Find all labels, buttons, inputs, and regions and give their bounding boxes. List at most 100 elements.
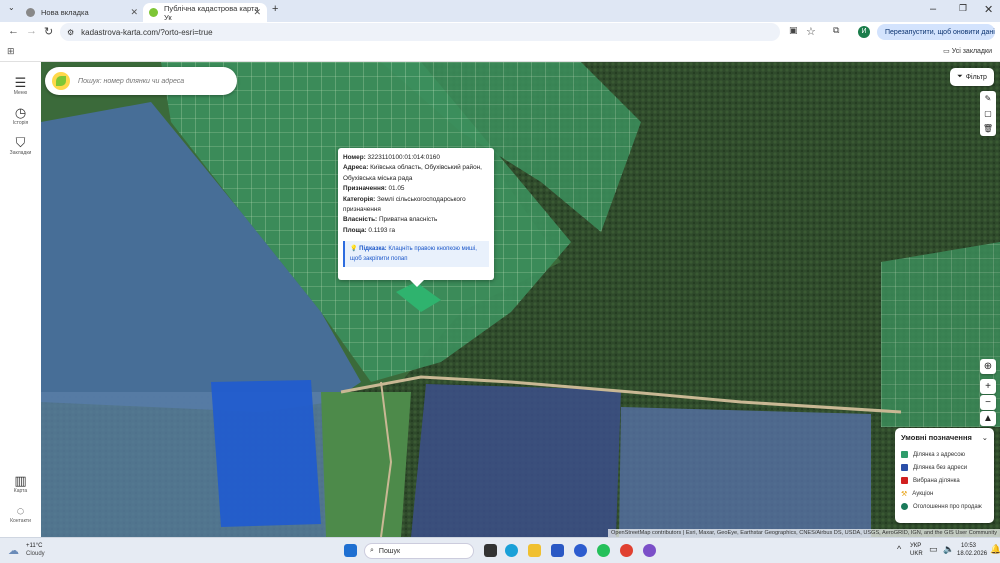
sidebar-label: Меню [13,90,28,96]
clock-icon: ◷ [14,105,27,120]
whatsapp-icon[interactable] [597,544,610,557]
viber-icon[interactable] [643,544,656,557]
restart-to-update-button[interactable]: Перезапустити, щоб оновити дані [877,24,995,40]
draw-tools: ✎ ▢ 🗑 [980,91,996,136]
bookmark-icon: ⛉ [15,135,26,150]
address-bar[interactable]: ⚙ kadastrova-karta.com/?orto-esri=true [60,23,780,41]
tray-chevron-icon[interactable]: ^ [897,544,901,554]
popup-ownership-row: Власність: Приватна власність [343,215,489,225]
site-info-icon[interactable]: ⚙ [67,28,74,37]
restart-label: Перезапустити, щоб оновити дані [885,28,995,36]
map-canvas[interactable]: ⏷Фільтр ✎ ▢ 🗑 ⊕ + − ▲ Номер: 3223110100:… [41,62,1000,537]
draw-line-icon[interactable]: ✎ [980,91,996,106]
network-icon[interactable]: ▭ [929,544,938,555]
chevron-down-icon[interactable]: ⌄ [982,433,988,442]
zoom-app-icon[interactable] [574,544,587,557]
chrome-icon[interactable] [620,544,633,557]
taskbar-search[interactable]: ⌕ Пошук [364,543,474,559]
reload-icon[interactable]: ↻ [44,25,53,38]
legend-item: ⚒ Аукціон [901,487,988,500]
all-bookmarks-label: Усі закладки [951,48,992,55]
map-search-input[interactable] [78,77,228,85]
windows-start-icon[interactable] [344,544,357,557]
notifications-icon[interactable]: 🔔 [990,544,1000,555]
legend-item: Вибрана ділянка [901,474,988,487]
zoom-out-button[interactable]: − [980,395,996,410]
satellite-map-layer [41,62,1000,537]
map-icon: ▥ [14,473,27,488]
weather-cloud-icon: ☁ [8,545,19,557]
close-window-icon[interactable]: ✕ [984,3,993,16]
delete-icon[interactable]: 🗑 [980,121,996,136]
sidebar-item-menu[interactable]: ☰ Меню [0,75,41,97]
close-tab-icon[interactable]: ✕ [253,7,261,18]
app-sidebar: ☰ Меню ◷ Історія ⛉ Закладки ▥ Карта ◌ Контакт… [0,62,41,537]
sidebar-item-map[interactable]: ▥ Карта [0,473,41,495]
legend-title: Умовні позначення ⌄ [901,433,988,442]
tab-search-icon[interactable]: ⌄ [8,3,15,12]
funnel-icon: ⏷ [957,73,963,80]
star-icon[interactable]: ☆ [806,25,816,38]
sidebar-label: Історія [12,120,29,126]
apps-grid-icon[interactable]: ⊞ [7,46,15,57]
sidebar-item-bookmarks[interactable]: ⛉ Закладки [0,135,41,157]
taskbar-search-label: Пошук [378,547,401,555]
reset-north-button[interactable]: ▲ [980,411,996,426]
popup-number-row: Номер: 3223110100:01:014:0160 [343,153,489,163]
legend-label: Аукціон [912,490,934,497]
hamburger-menu-icon: ☰ [14,75,27,90]
popup-hint: 💡 Підказка: Клацніть правою кнопкою миші… [343,241,489,268]
weather-desc: Cloudy [26,551,45,557]
new-tab-plus-icon[interactable]: + [272,3,278,15]
draw-polygon-icon[interactable]: ▢ [980,106,996,121]
map-search-box[interactable] [45,67,237,95]
minus-icon: − [985,397,991,408]
store-icon[interactable] [551,544,564,557]
tab-new-tab[interactable]: Нова вкладка ✕ [20,3,144,22]
lightbulb-icon: 💡 [350,246,358,253]
legend-swatch [901,451,908,458]
install-app-icon[interactable]: ▣ [789,25,798,36]
language-indicator[interactable]: УКР [910,543,921,549]
legend-swatch [901,477,908,484]
map-legend[interactable]: Умовні позначення ⌄ Ділянка з адресою Діл… [895,428,994,523]
sale-announcement-icon [901,503,908,510]
forward-icon[interactable]: → [26,25,37,37]
profile-avatar[interactable]: И [858,26,870,38]
popup-category-row: Категорія: Землі сільськогосподарського … [343,195,489,216]
auction-hammer-icon: ⚒ [901,490,908,498]
parcel-info-popup[interactable]: Номер: 3223110100:01:014:0160 Адреса: Ки… [338,148,494,287]
extensions-icon[interactable]: ⧉ [833,25,839,36]
zoom-in-button[interactable]: + [980,379,996,394]
locate-me-button[interactable]: ⊕ [980,359,996,374]
clock-time[interactable]: 10:53 [961,543,976,549]
popup-area-row: Площа: 0.1193 га [343,226,489,236]
tab-cadastral-map[interactable]: Публічна кадастрова карта Ук ✕ [143,3,267,22]
volume-icon[interactable]: 🔈 [943,544,954,555]
popup-address-row: Адреса: Київська область, Обухівський ра… [343,163,489,184]
popup-label: Адреса: [343,164,369,172]
task-view-icon[interactable] [484,544,497,557]
parcel-number: 3223110100:01:014:0160 [367,154,440,161]
map-attribution: OpenStreetMap contributors | Esri, Maxar… [607,529,1000,537]
plus-icon: + [985,381,991,392]
browser-toolbar: ← → ↻ ⚙ kadastrova-karta.com/?orto-esri=… [0,22,1000,42]
bookmarks-bar: ⊞ ▭ Усі закладки [0,42,1000,62]
all-bookmarks-button[interactable]: ▭ Усі закладки [943,47,992,55]
sidebar-item-history[interactable]: ◷ Історія [0,105,41,127]
minimize-icon[interactable]: – [930,3,936,15]
maximize-icon[interactable]: ❐ [959,3,967,14]
site-favicon-icon [149,8,158,17]
back-icon[interactable]: ← [8,25,19,37]
file-explorer-icon[interactable] [528,544,541,557]
close-tab-icon[interactable]: ✕ [130,7,138,18]
site-logo-icon [52,72,70,90]
legend-label: Вибрана ділянка [913,477,960,484]
edge-browser-icon[interactable] [505,544,518,557]
browser-tab-bar: ⌄ Нова вкладка ✕ Публічна кадастрова кар… [0,0,1000,22]
popup-label: Призначення: [343,185,387,193]
legend-label: Ділянка з адресою [913,451,966,458]
filter-button[interactable]: ⏷ Фільтр [950,68,994,86]
legend-label: Оголошення про продаж [913,503,982,510]
sidebar-item-contacts[interactable]: ◌ Контакти [0,504,41,525]
